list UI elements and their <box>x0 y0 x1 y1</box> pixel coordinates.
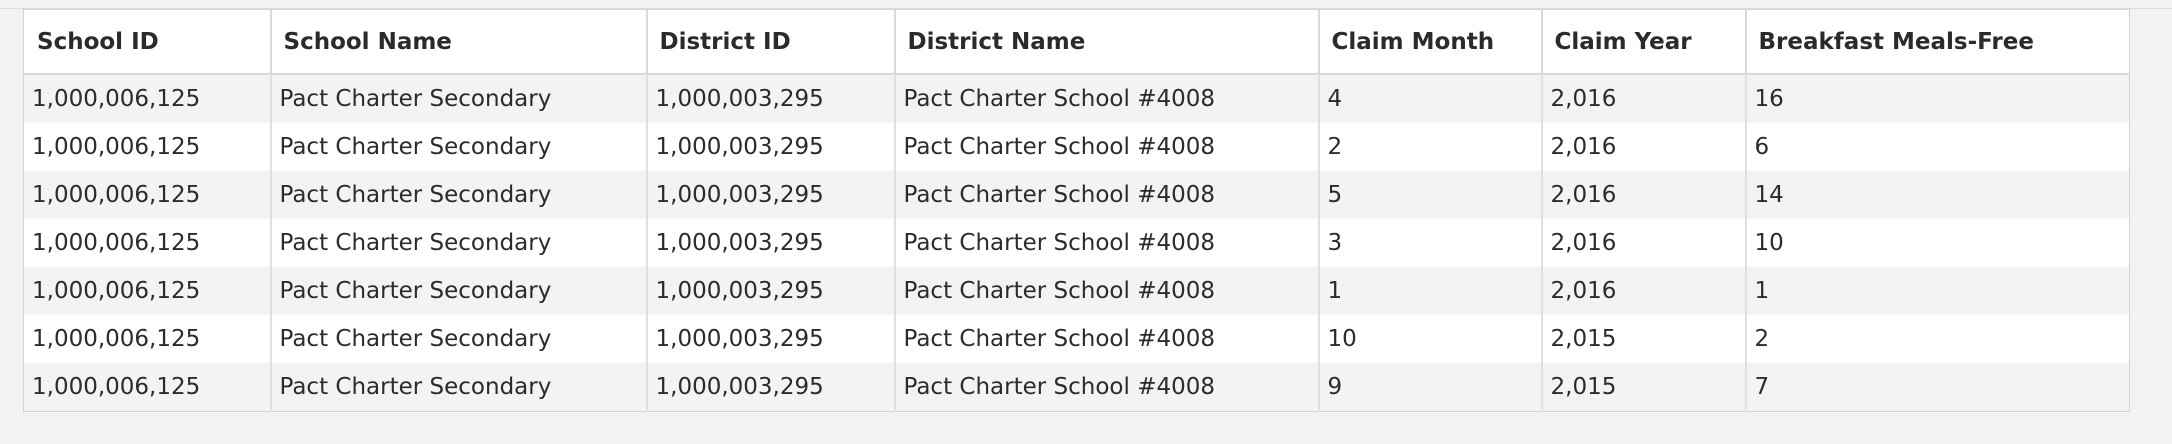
cell-school-name: Pact Charter Secondary <box>270 74 648 123</box>
cell-school-name: Pact Charter Secondary <box>270 363 648 412</box>
cell-school-id: 1,000,006,125 <box>23 267 272 315</box>
column-header-district-id[interactable]: District ID <box>646 9 896 75</box>
cell-breakfast-meals-free: 10 <box>1745 219 2130 267</box>
table-row: 1,000,006,125 Pact Charter Secondary 1,0… <box>23 267 2130 315</box>
cell-district-name: Pact Charter School #4008 <box>894 171 1320 219</box>
column-header-school-name[interactable]: School Name <box>270 9 648 75</box>
cell-breakfast-meals-free: 14 <box>1745 171 2130 219</box>
table-row: 1,000,006,125 Pact Charter Secondary 1,0… <box>23 315 2130 363</box>
table-row: 1,000,006,125 Pact Charter Secondary 1,0… <box>23 219 2130 267</box>
cell-school-name: Pact Charter Secondary <box>270 219 648 267</box>
cell-claim-month: 3 <box>1318 219 1543 267</box>
data-table: School ID School Name District ID Distri… <box>23 9 2130 412</box>
cell-claim-year: 2,016 <box>1541 267 1747 315</box>
data-table-container: School ID School Name District ID Distri… <box>23 9 2130 412</box>
table-row: 1,000,006,125 Pact Charter Secondary 1,0… <box>23 74 2130 123</box>
cell-school-id: 1,000,006,125 <box>23 363 272 412</box>
cell-school-name: Pact Charter Secondary <box>270 267 648 315</box>
table-row: 1,000,006,125 Pact Charter Secondary 1,0… <box>23 363 2130 412</box>
cell-breakfast-meals-free: 7 <box>1745 363 2130 412</box>
table-row: 1,000,006,125 Pact Charter Secondary 1,0… <box>23 123 2130 171</box>
cell-claim-month: 2 <box>1318 123 1543 171</box>
column-header-claim-year[interactable]: Claim Year <box>1541 9 1747 75</box>
cell-breakfast-meals-free: 6 <box>1745 123 2130 171</box>
cell-district-id: 1,000,003,295 <box>646 267 896 315</box>
cell-district-id: 1,000,003,295 <box>646 123 896 171</box>
cell-school-name: Pact Charter Secondary <box>270 171 648 219</box>
cell-claim-year: 2,015 <box>1541 363 1747 412</box>
cell-breakfast-meals-free: 1 <box>1745 267 2130 315</box>
cell-claim-month: 4 <box>1318 74 1543 123</box>
column-header-breakfast-meals-free[interactable]: Breakfast Meals-Free <box>1745 9 2130 75</box>
cell-district-name: Pact Charter School #4008 <box>894 267 1320 315</box>
cell-claim-year: 2,015 <box>1541 315 1747 363</box>
header-row: School ID School Name District ID Distri… <box>23 9 2130 75</box>
cell-breakfast-meals-free: 2 <box>1745 315 2130 363</box>
cell-district-name: Pact Charter School #4008 <box>894 315 1320 363</box>
cell-claim-month: 5 <box>1318 171 1543 219</box>
left-gutter <box>0 9 23 444</box>
cell-school-name: Pact Charter Secondary <box>270 315 648 363</box>
cell-school-name: Pact Charter Secondary <box>270 123 648 171</box>
cell-school-id: 1,000,006,125 <box>23 171 272 219</box>
cell-school-id: 1,000,006,125 <box>23 74 272 123</box>
cell-district-id: 1,000,003,295 <box>646 315 896 363</box>
cell-district-id: 1,000,003,295 <box>646 74 896 123</box>
column-header-claim-month[interactable]: Claim Month <box>1318 9 1543 75</box>
cell-claim-year: 2,016 <box>1541 123 1747 171</box>
column-header-school-id[interactable]: School ID <box>23 9 272 75</box>
cell-district-id: 1,000,003,295 <box>646 171 896 219</box>
cell-breakfast-meals-free: 16 <box>1745 74 2130 123</box>
table-row: 1,000,006,125 Pact Charter Secondary 1,0… <box>23 171 2130 219</box>
cell-district-name: Pact Charter School #4008 <box>894 74 1320 123</box>
cell-claim-year: 2,016 <box>1541 74 1747 123</box>
cell-district-id: 1,000,003,295 <box>646 363 896 412</box>
column-header-district-name[interactable]: District Name <box>894 9 1320 75</box>
cell-claim-year: 2,016 <box>1541 171 1747 219</box>
cell-claim-month: 9 <box>1318 363 1543 412</box>
cell-district-id: 1,000,003,295 <box>646 219 896 267</box>
cell-district-name: Pact Charter School #4008 <box>894 219 1320 267</box>
cell-school-id: 1,000,006,125 <box>23 315 272 363</box>
cell-claim-year: 2,016 <box>1541 219 1747 267</box>
cell-district-name: Pact Charter School #4008 <box>894 123 1320 171</box>
cell-school-id: 1,000,006,125 <box>23 123 272 171</box>
cell-claim-month: 1 <box>1318 267 1543 315</box>
cell-school-id: 1,000,006,125 <box>23 219 272 267</box>
cell-claim-month: 10 <box>1318 315 1543 363</box>
cell-district-name: Pact Charter School #4008 <box>894 363 1320 412</box>
